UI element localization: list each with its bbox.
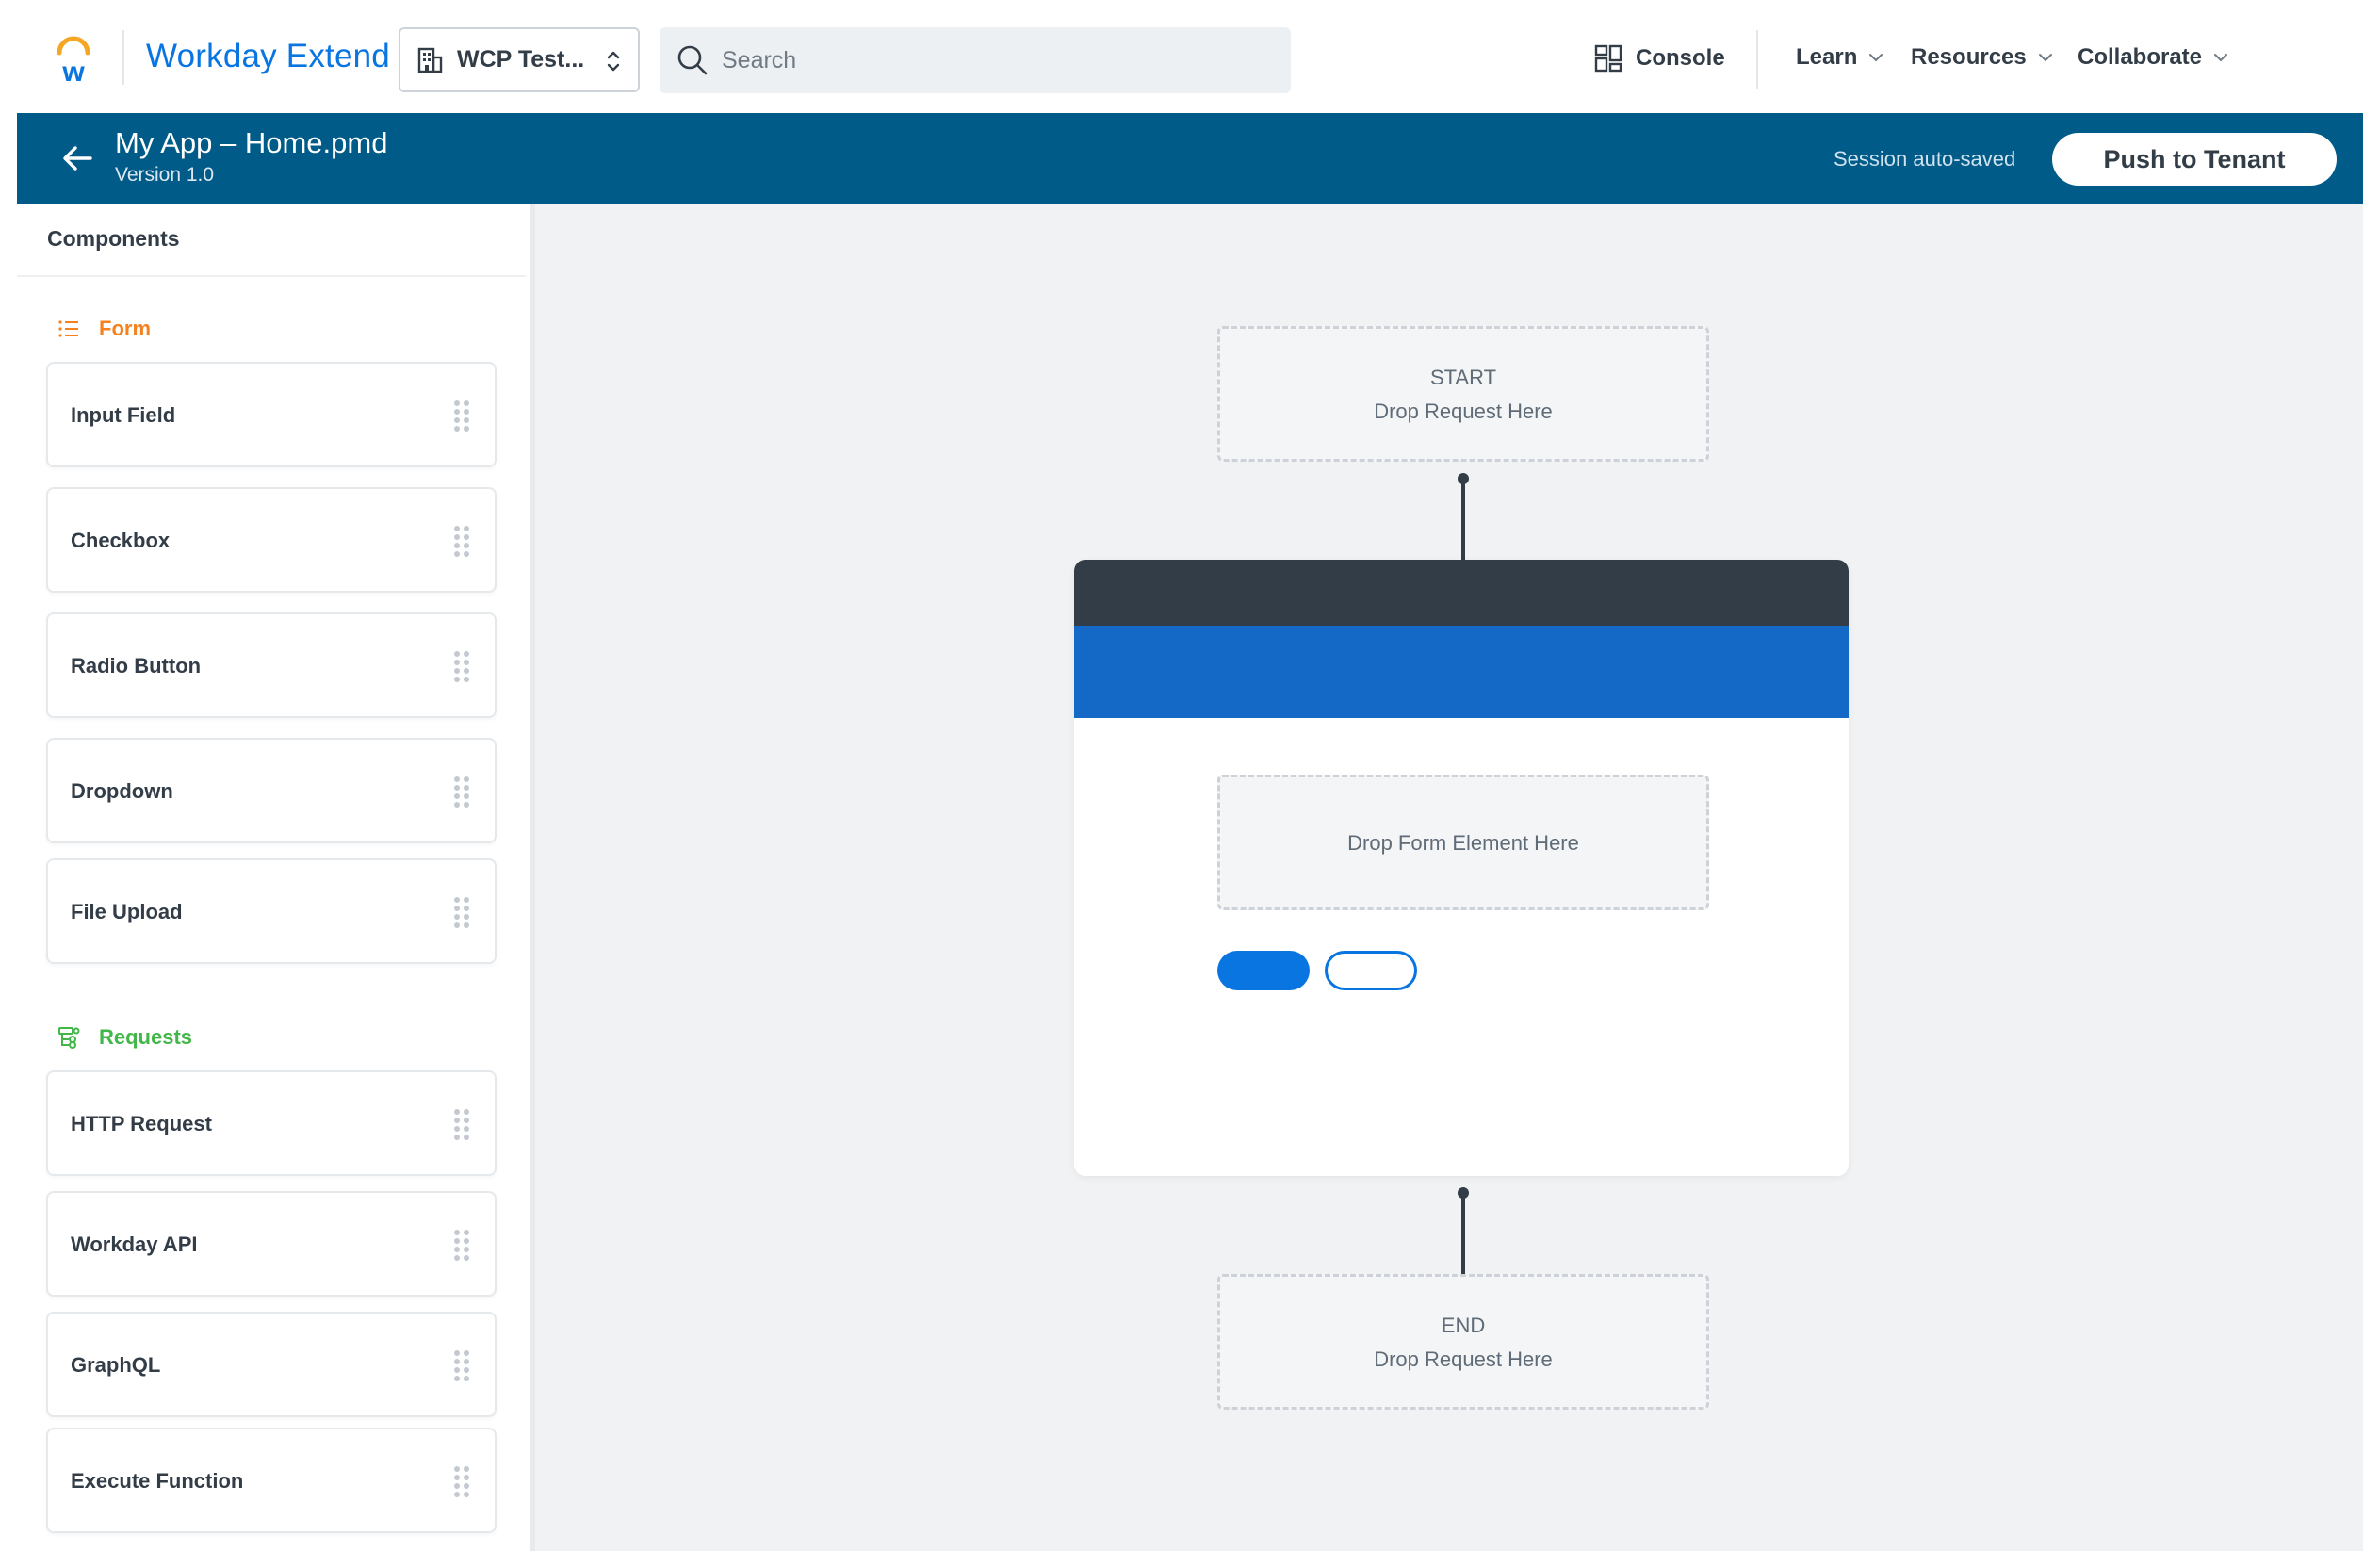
component-card-file-upload[interactable]: File Upload bbox=[46, 858, 497, 964]
chevron-down-icon bbox=[2038, 54, 2052, 62]
logo-divider bbox=[122, 30, 124, 85]
drag-handle-icon[interactable] bbox=[453, 1465, 470, 1497]
resources-menu[interactable]: Resources bbox=[1911, 44, 2053, 71]
form-drop-hint: Drop Form Element Here bbox=[1347, 831, 1579, 855]
search-input[interactable] bbox=[722, 41, 1268, 80]
form-section-header: Form bbox=[57, 317, 151, 341]
autosave-status: Session auto-saved bbox=[1834, 147, 2016, 171]
component-label: Workday API bbox=[71, 1233, 198, 1256]
page-header-band bbox=[1074, 560, 1849, 626]
search-bar bbox=[660, 27, 1291, 93]
connector-line bbox=[1461, 479, 1465, 562]
up-down-chevron-icon bbox=[607, 51, 620, 72]
drag-handle-icon[interactable] bbox=[453, 1229, 470, 1261]
brand-name[interactable]: Workday Extend bbox=[146, 38, 390, 75]
component-card-workday-api[interactable]: Workday API bbox=[46, 1191, 497, 1297]
end-hint: Drop Request Here bbox=[1374, 1347, 1553, 1371]
tenant-selector[interactable]: WCP Test... bbox=[399, 27, 640, 92]
start-hint: Drop Request Here bbox=[1374, 400, 1553, 423]
component-label: Input Field bbox=[71, 403, 176, 427]
drag-handle-icon[interactable] bbox=[453, 776, 470, 808]
app-header-bar: My App – Home.pmd Version 1.0 Session au… bbox=[17, 113, 2363, 204]
drag-handle-icon[interactable] bbox=[453, 896, 470, 928]
learn-menu[interactable]: Learn bbox=[1796, 44, 1883, 71]
resources-label: Resources bbox=[1911, 44, 2027, 70]
flow-icon bbox=[58, 1027, 80, 1049]
component-card-http-request[interactable]: HTTP Request bbox=[46, 1070, 497, 1176]
end-drop-zone[interactable]: END Drop Request Here bbox=[1217, 1274, 1709, 1410]
workday-logo-icon[interactable]: w bbox=[55, 36, 92, 85]
component-label: Checkbox bbox=[71, 529, 171, 552]
top-navigation-bar: w Workday Extend WCP Test... Search Cons… bbox=[17, 0, 2363, 113]
component-label: GraphQL bbox=[71, 1353, 161, 1377]
console-label: Console bbox=[1636, 45, 1725, 71]
console-link[interactable]: Console bbox=[1594, 44, 1725, 73]
app-window: w Workday Extend WCP Test... Search Cons… bbox=[17, 0, 2363, 1551]
learn-label: Learn bbox=[1796, 44, 1858, 70]
component-card-graphql[interactable]: GraphQL bbox=[46, 1312, 497, 1417]
component-label: File Upload bbox=[71, 900, 183, 923]
push-to-tenant-button[interactable]: Push to Tenant bbox=[2052, 133, 2337, 186]
collaborate-label: Collaborate bbox=[2078, 44, 2203, 70]
nav-divider bbox=[1756, 30, 1758, 89]
building-icon bbox=[417, 47, 443, 73]
drag-handle-icon[interactable] bbox=[453, 1108, 470, 1140]
page-preview-card[interactable]: Drop Form Element Here bbox=[1074, 560, 1849, 1176]
form-drop-zone[interactable]: Drop Form Element Here bbox=[1217, 775, 1709, 910]
component-label: Execute Function bbox=[71, 1469, 244, 1493]
tenant-name: WCP Test... bbox=[457, 46, 585, 73]
requests-section-header: Requests bbox=[57, 1025, 192, 1050]
arrow-left-icon[interactable] bbox=[60, 141, 94, 175]
requests-section-label: Requests bbox=[99, 1025, 193, 1049]
form-section-label: Form bbox=[99, 317, 151, 340]
design-canvas[interactable]: START Drop Request Here Drop Form Elemen… bbox=[535, 204, 2363, 1551]
sidebar-divider bbox=[17, 275, 526, 277]
version-label: Version 1.0 bbox=[115, 164, 215, 186]
chevron-down-icon bbox=[2214, 54, 2228, 62]
list-icon bbox=[58, 320, 78, 337]
primary-button-placeholder[interactable] bbox=[1217, 951, 1310, 990]
page-title: My App – Home.pmd bbox=[115, 126, 388, 159]
grid-icon bbox=[1594, 44, 1622, 73]
drag-handle-icon[interactable] bbox=[453, 1349, 470, 1381]
component-label: Dropdown bbox=[71, 779, 173, 803]
secondary-button-placeholder[interactable] bbox=[1325, 951, 1417, 990]
start-title: START bbox=[1429, 366, 1497, 389]
start-drop-zone[interactable]: START Drop Request Here bbox=[1217, 326, 1709, 462]
component-card-dropdown[interactable]: Dropdown bbox=[46, 738, 497, 843]
component-label: HTTP Request bbox=[71, 1112, 212, 1135]
collaborate-menu[interactable]: Collaborate bbox=[2078, 44, 2228, 71]
component-card-radio-button[interactable]: Radio Button bbox=[46, 612, 497, 718]
end-title: END bbox=[1441, 1314, 1486, 1337]
sidebar-title: Components bbox=[47, 226, 180, 251]
components-sidebar: Components Form Input Field Checkbox Rad… bbox=[17, 204, 530, 1551]
drag-handle-icon[interactable] bbox=[453, 525, 470, 557]
component-card-execute-function[interactable]: Execute Function bbox=[46, 1428, 497, 1533]
svg-text:w: w bbox=[61, 57, 85, 85]
drag-handle-icon[interactable] bbox=[453, 650, 470, 682]
component-label: Radio Button bbox=[71, 654, 202, 678]
connector-line bbox=[1461, 1193, 1465, 1276]
component-card-checkbox[interactable]: Checkbox bbox=[46, 487, 497, 593]
search-icon bbox=[677, 45, 708, 75]
chevron-down-icon bbox=[1869, 54, 1883, 62]
drag-handle-icon[interactable] bbox=[453, 400, 470, 432]
page-banner-band bbox=[1074, 626, 1849, 718]
component-card-input-field[interactable]: Input Field bbox=[46, 362, 497, 467]
